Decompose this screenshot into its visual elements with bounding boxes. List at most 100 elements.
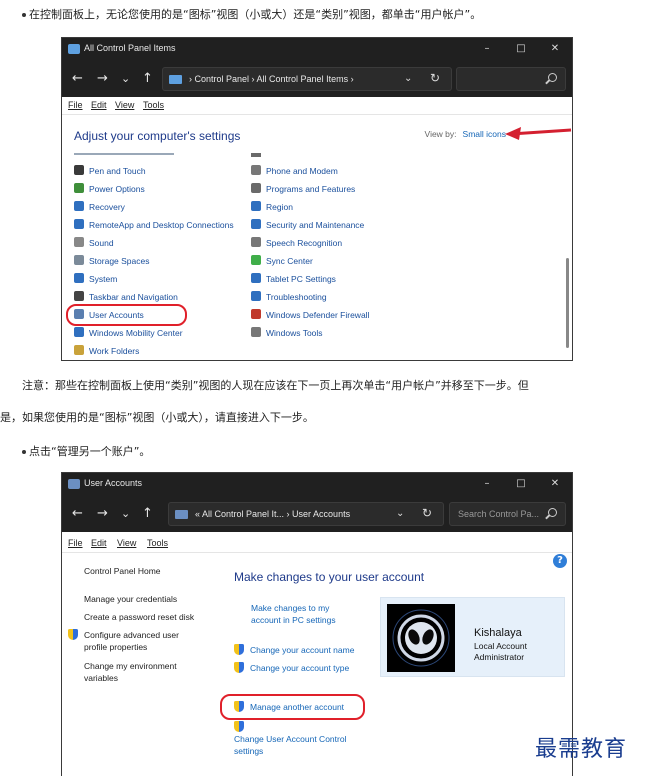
refresh-icon[interactable]: ↻	[422, 506, 432, 520]
uac-shield-icon	[234, 662, 244, 673]
control-panel-home-link[interactable]: Control Panel Home	[84, 565, 161, 577]
control-panel-item[interactable]: Sync Center	[251, 254, 313, 268]
menu-tools[interactable]: Tools	[143, 100, 164, 110]
control-panel-item[interactable]: Pen and Touch	[74, 164, 146, 178]
pen-icon	[74, 165, 84, 175]
minimize-button[interactable]: –	[474, 476, 500, 492]
forward-arrow-icon[interactable]: →	[97, 506, 108, 522]
control-panel-item[interactable]: Region	[251, 200, 293, 214]
env-line-2: variables	[84, 673, 119, 683]
control-panel-icon	[169, 75, 182, 84]
change-uac-settings-link[interactable]: Change User Account Control settings	[234, 721, 346, 757]
control-panel-item[interactable]: Phone and Modem	[251, 164, 338, 178]
work-folders-icon	[74, 345, 84, 355]
mobility-icon	[74, 327, 84, 337]
control-panel-item[interactable]: Power Options	[74, 182, 145, 196]
control-panel-item[interactable]: Windows Tools	[251, 326, 323, 340]
control-panel-item[interactable]: Windows Defender Firewall	[251, 308, 369, 322]
control-panel-item[interactable]: Recovery	[74, 200, 125, 214]
pc-settings-line-1: Make changes to my	[251, 603, 330, 613]
up-arrow-icon[interactable]: ↑	[142, 71, 153, 87]
breadcrumb[interactable]: « All Control Panel It... › User Account…	[195, 509, 350, 519]
address-dropdown-chevron-icon[interactable]: ⌄	[396, 508, 404, 519]
maximize-button[interactable]: □	[508, 476, 534, 492]
user-role-line-2: Administrator	[474, 652, 525, 662]
back-arrow-icon[interactable]: ←	[72, 506, 83, 522]
alien-avatar-icon	[387, 604, 455, 672]
address-dropdown-chevron-icon[interactable]: ⌄	[404, 73, 412, 84]
bullet-icon	[22, 13, 26, 17]
back-arrow-icon[interactable]: ←	[72, 71, 83, 87]
menu-tools[interactable]: Tools	[147, 538, 168, 548]
menu-view[interactable]: View	[115, 100, 134, 110]
user-card: Kishalaya Local Account Administrator	[380, 597, 565, 677]
pc-settings-link[interactable]: Make changes to my account in PC setting…	[251, 602, 336, 626]
microphone-icon	[251, 237, 261, 247]
search-input[interactable]	[456, 67, 566, 91]
change-environment-link[interactable]: Change my environment variables	[84, 660, 177, 684]
recent-locations-chevron-icon[interactable]: ⌄	[121, 71, 130, 87]
control-panel-item[interactable]: System	[74, 272, 117, 286]
help-icon[interactable]: ?	[553, 554, 567, 568]
menu-edit[interactable]: Edit	[91, 100, 107, 110]
user-role-line-1: Local Account	[474, 641, 527, 651]
menu-file[interactable]: File	[68, 100, 83, 110]
control-panel-window: All Control Panel Items – □ ✕ ← → ⌄ ↑ › …	[61, 37, 573, 361]
menu-edit[interactable]: Edit	[91, 538, 107, 548]
minimize-button[interactable]: –	[474, 41, 500, 57]
password-reset-disk-link[interactable]: Create a password reset disk	[84, 611, 194, 623]
address-bar[interactable]: › Control Panel › All Control Panel Item…	[162, 67, 452, 91]
user-accounts-icon	[68, 479, 80, 489]
item-label: RemoteApp and Desktop Connections	[89, 220, 234, 230]
close-button[interactable]: ✕	[542, 476, 568, 492]
change-account-name-link[interactable]: Change your account name	[234, 644, 354, 656]
address-bar[interactable]: « All Control Panel It... › User Account…	[168, 502, 444, 526]
change-account-type-link[interactable]: Change your account type	[234, 662, 349, 674]
scrollbar[interactable]	[566, 258, 569, 348]
advanced-line-2: profile properties	[84, 642, 148, 652]
search-icon	[548, 73, 557, 82]
uac-line-2: settings	[234, 746, 264, 756]
item-label: Security and Maintenance	[266, 220, 365, 230]
firewall-icon	[251, 309, 261, 319]
control-panel-item[interactable]: Taskbar and Navigation	[74, 290, 178, 304]
control-panel-item[interactable]: Work Folders	[74, 344, 139, 358]
item-label: Taskbar and Navigation	[89, 292, 178, 302]
recent-locations-chevron-icon[interactable]: ⌄	[121, 506, 130, 522]
breadcrumb[interactable]: › Control Panel › All Control Panel Item…	[189, 74, 354, 84]
control-panel-item[interactable]: Storage Spaces	[74, 254, 149, 268]
item-label: Sound	[89, 238, 114, 248]
control-panel-item[interactable]: Tablet PC Settings	[251, 272, 336, 286]
pc-settings-line-2: account in PC settings	[251, 615, 336, 625]
uac-line-1: Change User Account Control	[234, 734, 347, 744]
up-arrow-icon[interactable]: ↑	[142, 506, 153, 522]
item-label: Storage Spaces	[89, 256, 150, 266]
control-panel-item[interactable]: Windows Mobility Center	[74, 326, 183, 340]
refresh-icon[interactable]: ↻	[430, 71, 440, 85]
control-panel-item[interactable]: Troubleshooting	[251, 290, 327, 304]
control-panel-item[interactable]: Security and Maintenance	[251, 218, 364, 232]
item-label: Recovery	[89, 202, 125, 212]
control-panel-item[interactable]: RemoteApp and Desktop Connections	[74, 218, 234, 232]
menu-bar: File Edit View Tools	[62, 97, 572, 115]
control-panel-item[interactable]: Sound	[74, 236, 114, 250]
region-icon	[251, 201, 261, 211]
user-avatar	[387, 604, 455, 672]
close-button[interactable]: ✕	[542, 41, 568, 57]
sound-icon	[74, 237, 84, 247]
search-icon	[548, 508, 557, 517]
main-title: Make changes to your user account	[234, 570, 425, 584]
control-panel-item[interactable]: Speech Recognition	[251, 236, 342, 250]
search-input[interactable]: Search Control Pa...	[449, 502, 566, 526]
configure-advanced-profile-link[interactable]: Configure advanced user profile properti…	[68, 629, 179, 653]
view-by-dropdown[interactable]: Small icons	[463, 129, 506, 139]
control-panel-item[interactable]: Programs and Features	[251, 182, 355, 196]
maximize-button[interactable]: □	[508, 41, 534, 57]
uac-shield-icon	[234, 644, 244, 655]
forward-arrow-icon[interactable]: →	[97, 71, 108, 87]
menu-file[interactable]: File	[68, 538, 83, 548]
phone-icon	[251, 165, 261, 175]
highlight-manage-another-account	[220, 694, 365, 720]
manage-credentials-link[interactable]: Manage your credentials	[84, 593, 177, 605]
menu-view[interactable]: View	[117, 538, 136, 548]
